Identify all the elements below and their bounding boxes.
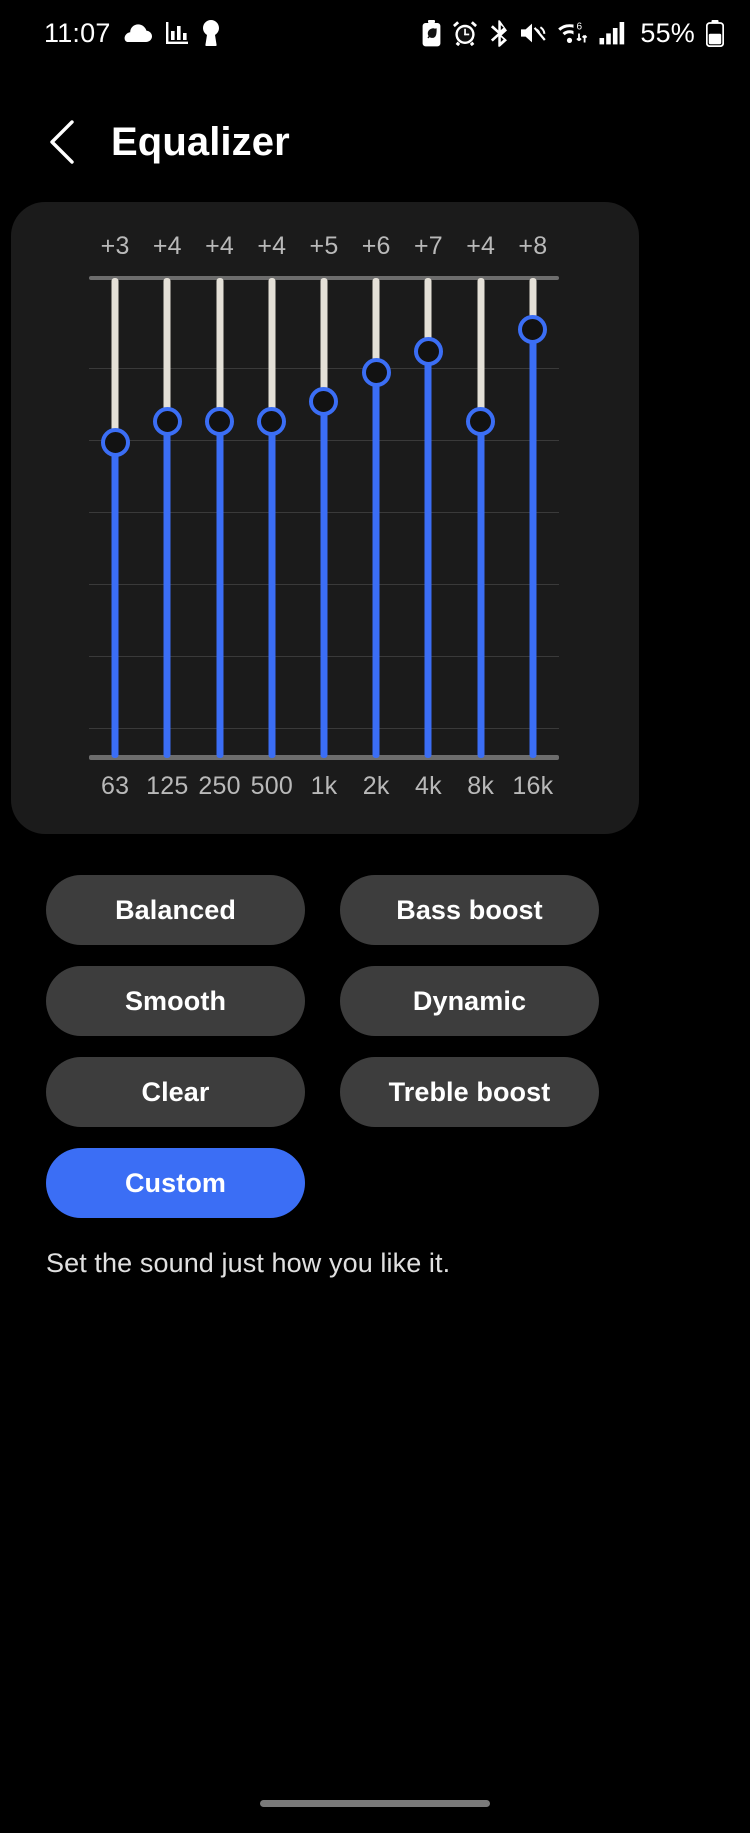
slider-track-filled [477,419,484,758]
slider-thumb[interactable] [153,407,182,436]
keyhole-icon [202,20,220,46]
slider-track-filled [268,419,275,758]
frequency-label: 125 [141,772,193,808]
gain-value-label: +5 [298,232,350,270]
slider-track-unfilled [164,278,171,423]
bluetooth-icon [489,20,509,47]
preset-button-dynamic[interactable]: Dynamic [340,966,599,1036]
chevron-left-icon [49,120,75,164]
cloud-icon [124,23,152,43]
gain-value-label: +4 [193,232,245,270]
frequency-label: 1k [298,772,350,808]
equalizer-plot-area [89,276,559,760]
mute-vibrate-icon [520,21,547,45]
slider-thumb[interactable] [257,407,286,436]
footer-note: Set the sound just how you like it. [46,1248,706,1279]
slider-track-filled [320,400,327,758]
page-title: Equalizer [111,120,290,165]
preset-button-bass-boost[interactable]: Bass boost [340,875,599,945]
preset-label: Treble boost [389,1077,551,1108]
preset-button-smooth[interactable]: Smooth [46,966,305,1036]
preset-button-treble-boost[interactable]: Treble boost [340,1057,599,1127]
app-header: Equalizer [0,96,750,188]
eq-slider-250[interactable] [193,276,245,760]
preset-label: Balanced [115,895,236,926]
frequency-label: 8k [455,772,507,808]
gain-value-label: +4 [246,232,298,270]
gain-value-label: +7 [402,232,454,270]
eq-slider-2k[interactable] [350,276,402,760]
cellular-signal-icon [599,21,626,45]
status-bar: 11:07 6 [0,0,750,66]
battery-percent-label: 55% [640,18,695,49]
gain-value-label: +6 [350,232,402,270]
frequency-label: 63 [89,772,141,808]
eq-slider-8k[interactable] [455,276,507,760]
preset-label: Clear [141,1077,209,1108]
slider-track-unfilled [112,278,119,445]
slider-thumb[interactable] [466,407,495,436]
slider-thumb[interactable] [362,358,391,387]
slider-track-unfilled [268,278,275,423]
frequency-label: 500 [246,772,298,808]
preset-label: Smooth [125,986,226,1017]
slider-track-filled [216,419,223,758]
back-button[interactable] [42,119,82,165]
slider-track-filled [529,327,536,758]
slider-group [89,276,559,760]
slider-track-filled [373,371,380,758]
frequency-label-row: 631252505001k2k4k8k16k [89,772,559,808]
preset-label: Custom [125,1168,226,1199]
slider-track-unfilled [320,278,327,404]
phone-screen: 11:07 6 [0,0,750,1833]
status-bar-left: 11:07 [44,18,220,49]
slider-track-filled [425,349,432,758]
frequency-label: 250 [193,772,245,808]
svg-text:6: 6 [577,22,583,33]
eq-slider-500[interactable] [246,276,298,760]
slider-thumb[interactable] [101,428,130,457]
equalizer-chart: +3+4+4+4+5+6+7+4+8 631252505001k2k4k8k16… [11,202,639,834]
preset-label: Dynamic [413,986,526,1017]
preset-label: Bass boost [396,895,543,926]
gain-value-label: +4 [141,232,193,270]
slider-track-unfilled [477,278,484,423]
gain-value-label: +3 [89,232,141,270]
bar-chart-icon [165,21,189,45]
eq-slider-16k[interactable] [507,276,559,760]
eq-slider-1k[interactable] [298,276,350,760]
frequency-label: 4k [402,772,454,808]
slider-thumb[interactable] [414,337,443,366]
slider-thumb[interactable] [205,407,234,436]
gain-value-label: +4 [455,232,507,270]
preset-grid: Balanced Bass boost Smooth Dynamic Clear Treb… [46,875,704,1218]
preset-button-custom[interactable]: Custom [46,1148,305,1218]
eq-slider-125[interactable] [141,276,193,760]
frequency-label: 2k [350,772,402,808]
battery-saver-icon [422,20,441,47]
eq-slider-4k[interactable] [402,276,454,760]
frequency-label: 16k [507,772,559,808]
battery-icon [706,20,724,47]
status-bar-right: 6 55% [422,18,724,49]
slider-track-filled [112,441,119,758]
eq-slider-63[interactable] [89,276,141,760]
slider-track-filled [164,419,171,758]
status-clock: 11:07 [44,18,111,49]
navigation-pill[interactable] [260,1800,490,1807]
alarm-clock-icon [452,20,478,46]
gain-value-label: +8 [507,232,559,270]
gain-value-row: +3+4+4+4+5+6+7+4+8 [89,232,559,270]
equalizer-card: +3+4+4+4+5+6+7+4+8 631252505001k2k4k8k16… [11,202,639,834]
slider-thumb[interactable] [518,315,547,344]
slider-thumb[interactable] [309,387,338,416]
preset-button-balanced[interactable]: Balanced [46,875,305,945]
slider-track-unfilled [216,278,223,423]
wifi-6-icon: 6 [558,20,588,46]
preset-button-clear[interactable]: Clear [46,1057,305,1127]
